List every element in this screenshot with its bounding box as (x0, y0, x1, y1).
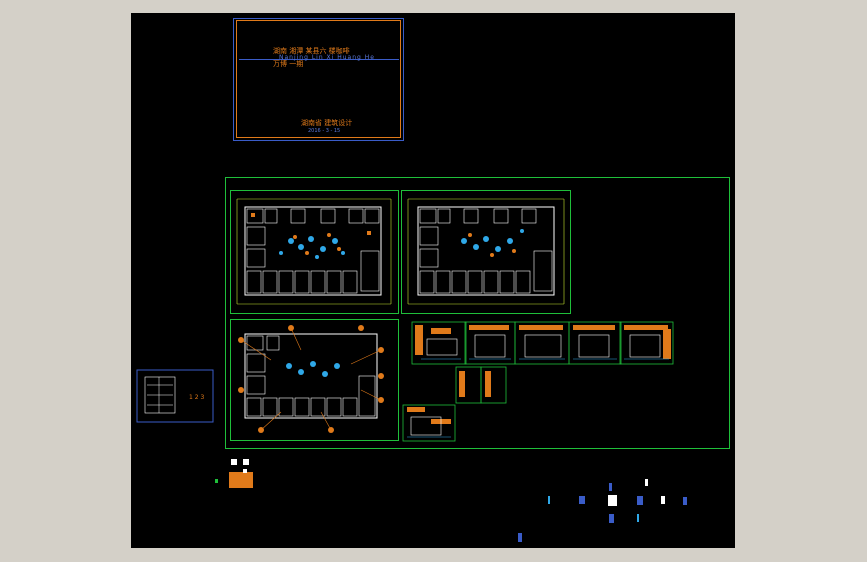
detail-drawings (136, 321, 687, 542)
cad-drawing-viewport[interactable]: 湖南 湘潭 某县六 楼咖啡 Nanjing Lin Xi Huang He 万博… (131, 13, 735, 548)
legend-label: 1 2 3 (189, 394, 205, 401)
